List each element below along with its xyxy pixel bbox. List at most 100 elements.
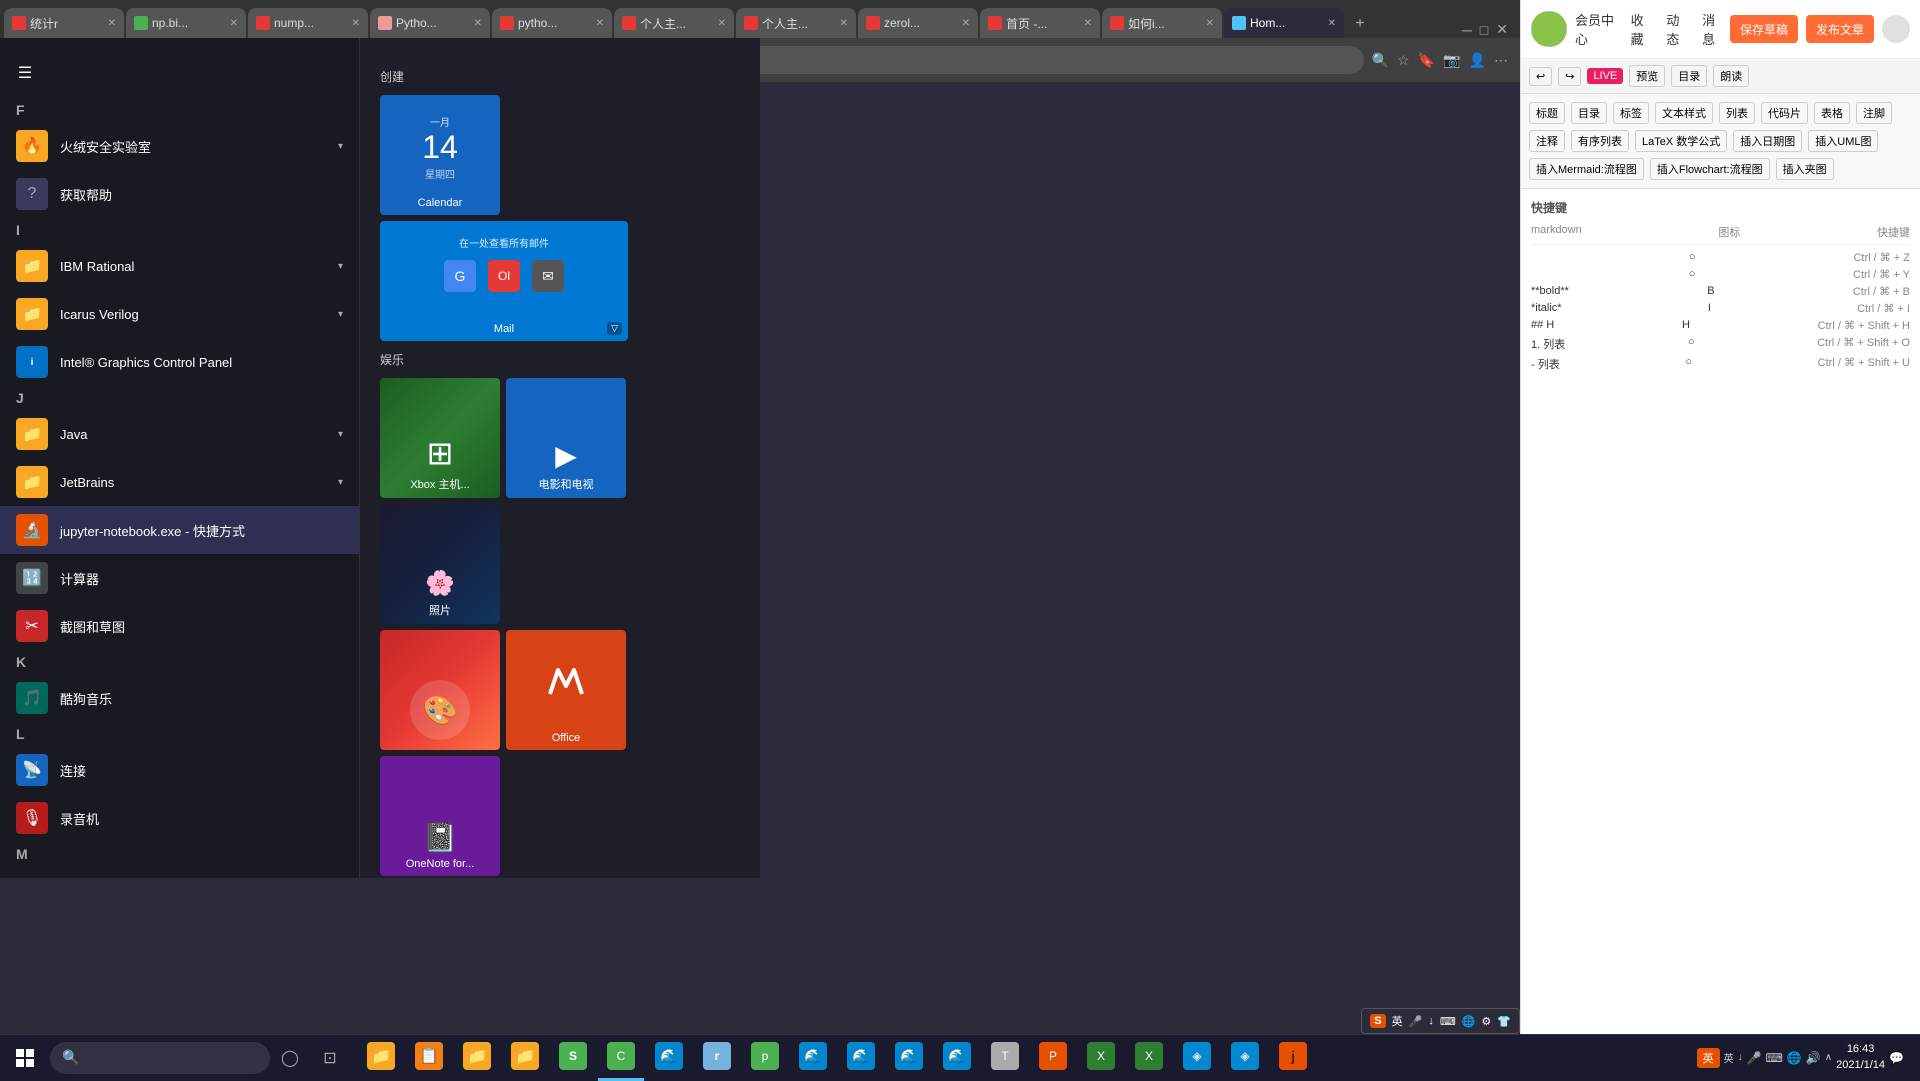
- video-tile[interactable]: ▶ 电影和电视: [506, 378, 626, 498]
- ime-icon-3[interactable]: 🎤: [1747, 1051, 1762, 1065]
- taskbar-app-powerpoint[interactable]: P: [1030, 1035, 1076, 1081]
- taskbar-app-typora[interactable]: T: [982, 1035, 1028, 1081]
- sidebar-item-help[interactable]: ? 获取帮助: [0, 170, 359, 218]
- taskbar-app-excel1[interactable]: X: [1078, 1035, 1124, 1081]
- sidebar-menu-button[interactable]: ☰: [0, 48, 50, 98]
- taskbar-app-excel2[interactable]: X: [1126, 1035, 1172, 1081]
- tab-1[interactable]: 统计r ✕: [4, 8, 124, 38]
- tab-5[interactable]: pytho... ✕: [492, 8, 612, 38]
- volume-icon[interactable]: 🔊: [1806, 1051, 1821, 1065]
- more-button[interactable]: ⋯: [1494, 52, 1508, 69]
- redo-button[interactable]: ↪: [1558, 67, 1581, 86]
- nav-favorites[interactable]: 收藏: [1631, 10, 1651, 48]
- preview-button[interactable]: 预览: [1629, 65, 1665, 87]
- tab-close-7[interactable]: ✕: [840, 18, 848, 29]
- toc2-button[interactable]: 目录: [1571, 102, 1607, 124]
- network-icon[interactable]: 🌐: [1787, 1051, 1802, 1065]
- tab-2[interactable]: np.bi... ✕: [126, 8, 246, 38]
- tab-close-1[interactable]: ✕: [108, 18, 116, 29]
- calendar-tile[interactable]: 一月 14 星期四 Calendar: [380, 95, 500, 215]
- close-window-button[interactable]: ✕: [1496, 21, 1508, 38]
- read-aloud-button[interactable]: 朗读: [1713, 65, 1749, 87]
- taskbar-search-bar[interactable]: 🔍: [50, 1042, 270, 1074]
- taskbar-app-vscode2[interactable]: ◈: [1222, 1035, 1268, 1081]
- ordered-list-button[interactable]: 有序列表: [1571, 130, 1629, 152]
- start-button[interactable]: [0, 1035, 50, 1081]
- insert-image-button[interactable]: 插入夹图: [1776, 158, 1834, 180]
- flowchart-button[interactable]: 插入Flowchart:流程图: [1650, 158, 1770, 180]
- text-style-button[interactable]: 文本样式: [1655, 102, 1713, 124]
- sidebar-item-icarus[interactable]: 📁 Icarus Verilog ▾: [0, 290, 359, 338]
- ime-icon-4[interactable]: ⌨: [1766, 1051, 1783, 1065]
- footnote-button[interactable]: 注脚: [1856, 102, 1892, 124]
- tab-9[interactable]: 首页 -... ✕: [980, 8, 1100, 38]
- ime-icon-2[interactable]: ↓: [1738, 1052, 1743, 1063]
- search-icon[interactable]: 🔍: [1372, 52, 1389, 69]
- nav-member-center[interactable]: 会员中心: [1575, 10, 1615, 48]
- mermaid-button[interactable]: 插入Mermaid:流程图: [1529, 158, 1644, 180]
- tab-3[interactable]: nump... ✕: [248, 8, 368, 38]
- ime-icon-1[interactable]: 英: [1724, 1050, 1734, 1065]
- tab-close-11[interactable]: ✕: [1328, 18, 1336, 29]
- mail-tile[interactable]: 在一处查看所有邮件 G Ol ✉ ▽ Mail: [380, 221, 628, 341]
- sidebar-item-jetbrains[interactable]: 📁 JetBrains ▾: [0, 458, 359, 506]
- sidebar-item-java[interactable]: 📁 Java ▾: [0, 410, 359, 458]
- date-insert-button[interactable]: 插入日期图: [1733, 130, 1802, 152]
- taskbar-clock[interactable]: 16:43 2021/1/14: [1836, 1042, 1885, 1073]
- snipaste-globe-icon[interactable]: 🌐: [1462, 1015, 1476, 1028]
- table-button[interactable]: 表格: [1814, 102, 1850, 124]
- tab-close-9[interactable]: ✕: [1084, 18, 1092, 29]
- taskbar-app-cursor[interactable]: C: [598, 1035, 644, 1081]
- live-button[interactable]: LIVE: [1587, 68, 1623, 84]
- photo-tile[interactable]: 🌸 照片: [380, 504, 500, 624]
- list-button[interactable]: 列表: [1719, 102, 1755, 124]
- tab-7[interactable]: 个人主... ✕: [736, 8, 856, 38]
- taskbar-app-pinnacle[interactable]: 📋: [406, 1035, 452, 1081]
- taskbar-app-jupyter[interactable]: j: [1270, 1035, 1316, 1081]
- xbox-tile[interactable]: ⊞ Xbox 主机...: [380, 378, 500, 498]
- cortana-button[interactable]: ◯: [270, 1035, 310, 1081]
- tab-11[interactable]: Hom... ✕: [1224, 8, 1344, 38]
- sidebar-item-fire[interactable]: 🔥 火绒安全实验室 ▾: [0, 122, 359, 170]
- snipaste-mic-icon[interactable]: 🎤: [1409, 1015, 1423, 1028]
- tab-close-10[interactable]: ✕: [1206, 18, 1214, 29]
- star-icon[interactable]: ☆: [1397, 52, 1410, 69]
- taskbar-app-vscode1[interactable]: ◈: [1174, 1035, 1220, 1081]
- sidebar-item-recorder[interactable]: 🎙 录音机: [0, 794, 359, 842]
- notification-icon[interactable]: 💬: [1889, 1051, 1904, 1065]
- user-avatar[interactable]: [1531, 11, 1567, 47]
- profile-icon[interactable]: 👤: [1469, 52, 1486, 69]
- sidebar-item-intel[interactable]: i Intel® Graphics Control Panel: [0, 338, 359, 386]
- tab-8[interactable]: zerol... ✕: [858, 8, 978, 38]
- scratch-tile[interactable]: 🎨: [380, 630, 500, 750]
- office-tile[interactable]: Office: [506, 630, 626, 750]
- chevron-up-icon[interactable]: ∧: [1825, 1052, 1832, 1063]
- tab-close-2[interactable]: ✕: [230, 18, 238, 29]
- tab-10[interactable]: 如何i... ✕: [1102, 8, 1222, 38]
- tab-close-8[interactable]: ✕: [962, 18, 970, 29]
- tab-4[interactable]: Pytho... ✕: [370, 8, 490, 38]
- tab-close-3[interactable]: ✕: [352, 18, 360, 29]
- onenote-tile[interactable]: 📓 OneNote for...: [380, 756, 500, 876]
- taskbar-app-edge1[interactable]: 🌊: [646, 1035, 692, 1081]
- heading-button[interactable]: 标题: [1529, 102, 1565, 124]
- sidebar-item-jupyter[interactable]: 🔬 jupyter-notebook.exe - 快捷方式: [0, 506, 359, 554]
- code-snippet-button[interactable]: 代码片: [1761, 102, 1808, 124]
- undo-button[interactable]: ↩: [1529, 67, 1552, 86]
- taskbar-app-snipaste[interactable]: S: [550, 1035, 596, 1081]
- new-tab-button[interactable]: +: [1346, 10, 1374, 38]
- ime-lang-indicator[interactable]: 英: [1697, 1048, 1720, 1068]
- screenshot-icon[interactable]: 📷: [1443, 52, 1460, 69]
- snipaste-kb-icon[interactable]: ⌨: [1440, 1015, 1456, 1028]
- latex-button[interactable]: LaTeX 数学公式: [1635, 130, 1727, 152]
- tab-close-5[interactable]: ✕: [596, 18, 604, 29]
- sidebar-item-ibm[interactable]: 📁 IBM Rational ▾: [0, 242, 359, 290]
- bookmark-icon[interactable]: 🔖: [1418, 52, 1435, 69]
- taskbar-app-edge4[interactable]: 🌊: [886, 1035, 932, 1081]
- uml-button[interactable]: 插入UML图: [1808, 130, 1878, 152]
- taskbar-app-folder1[interactable]: 📁: [454, 1035, 500, 1081]
- sidebar-item-kudog[interactable]: 🎵 酷狗音乐: [0, 674, 359, 722]
- taskbar-app-edge5[interactable]: 🌊: [934, 1035, 980, 1081]
- sidebar-item-calculator[interactable]: 🔢 计算器: [0, 554, 359, 602]
- comment-button[interactable]: 注释: [1529, 130, 1565, 152]
